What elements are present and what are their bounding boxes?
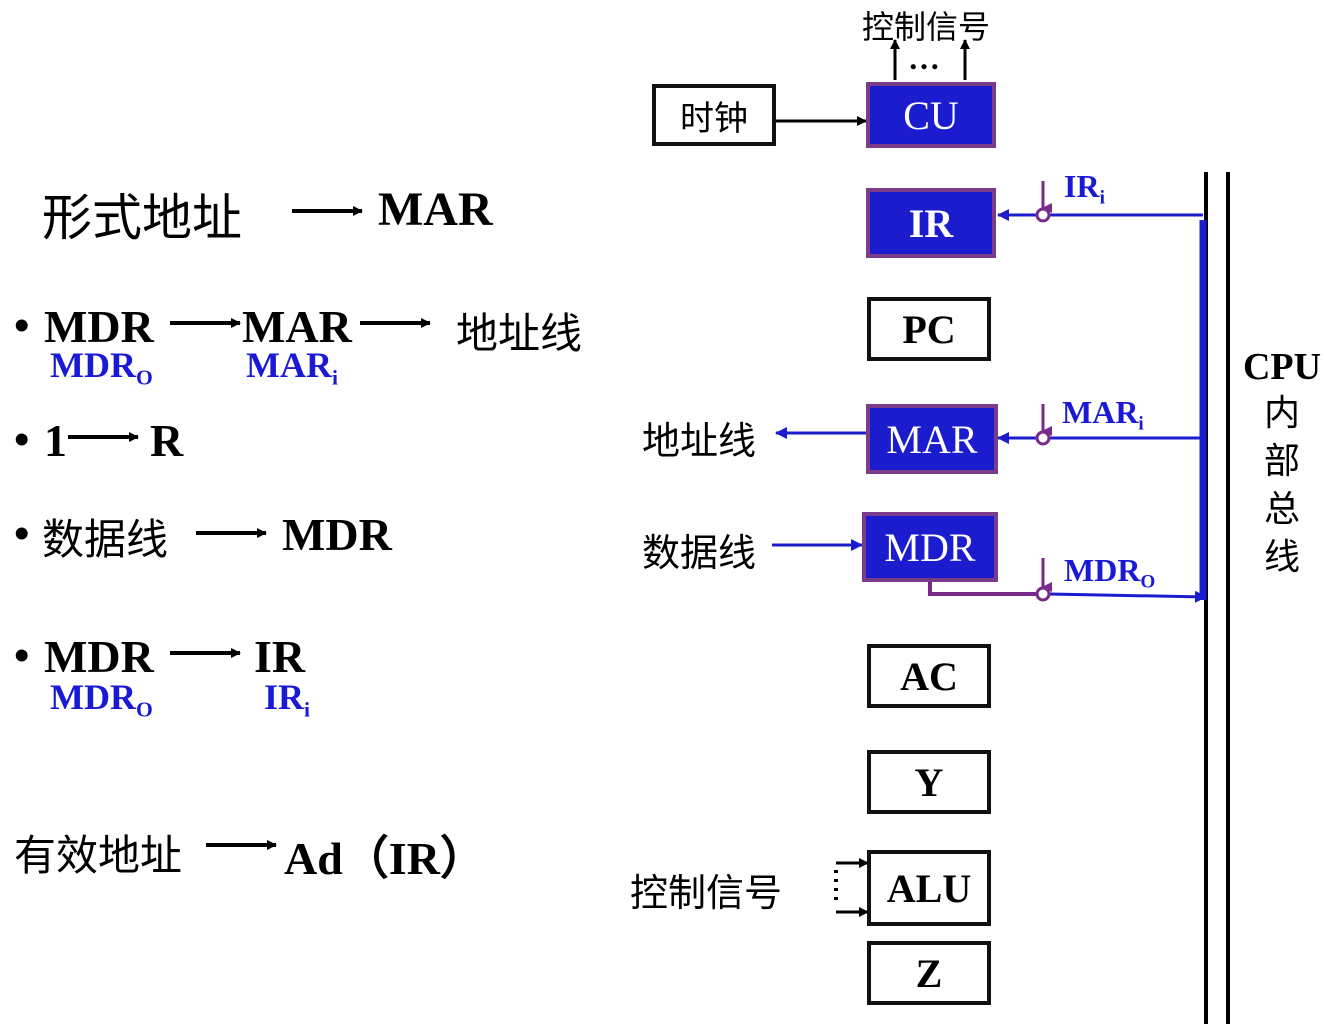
mdr-box: MDR	[862, 512, 998, 582]
bus-label-cpu: CPU	[1242, 346, 1322, 388]
cpu-internal-bus-label: CPU 内 部 总 线	[1238, 344, 1326, 582]
z-box: Z	[867, 941, 991, 1005]
y-box: Y	[867, 750, 991, 814]
alu-box: ALU	[867, 850, 991, 926]
cu-box: CU	[866, 82, 996, 148]
ir-box: IR	[866, 188, 996, 258]
signal-mdr-out-label: MDRO	[1064, 552, 1156, 593]
mar-gate-circle	[1035, 430, 1051, 446]
bus-label-char-2: 部	[1263, 441, 1300, 482]
data-line-label: 数据线	[642, 531, 757, 575]
bus-label-char-3: 总	[1263, 489, 1300, 530]
pc-box: PC	[867, 297, 991, 361]
mdr-out-path	[928, 580, 1037, 596]
signal-mar-in-label: MARi	[1062, 394, 1144, 435]
mdr-out-to-bus	[1048, 590, 1207, 603]
cu-control-dots: …	[908, 40, 940, 76]
alu-control-signal-label: 控制信号	[630, 871, 783, 915]
clock-box: 时钟	[652, 84, 776, 146]
ir-gate-circle	[1035, 207, 1051, 223]
ac-box: AC	[867, 644, 991, 708]
mar-box: MAR	[866, 404, 998, 474]
bus-label-char-4: 线	[1263, 537, 1300, 578]
mdr-gate-circle	[1035, 586, 1051, 602]
address-line-label: 地址线	[642, 419, 757, 463]
bus-label-char-1: 内	[1263, 393, 1300, 434]
signal-ir-in-label: IRi	[1064, 168, 1105, 209]
